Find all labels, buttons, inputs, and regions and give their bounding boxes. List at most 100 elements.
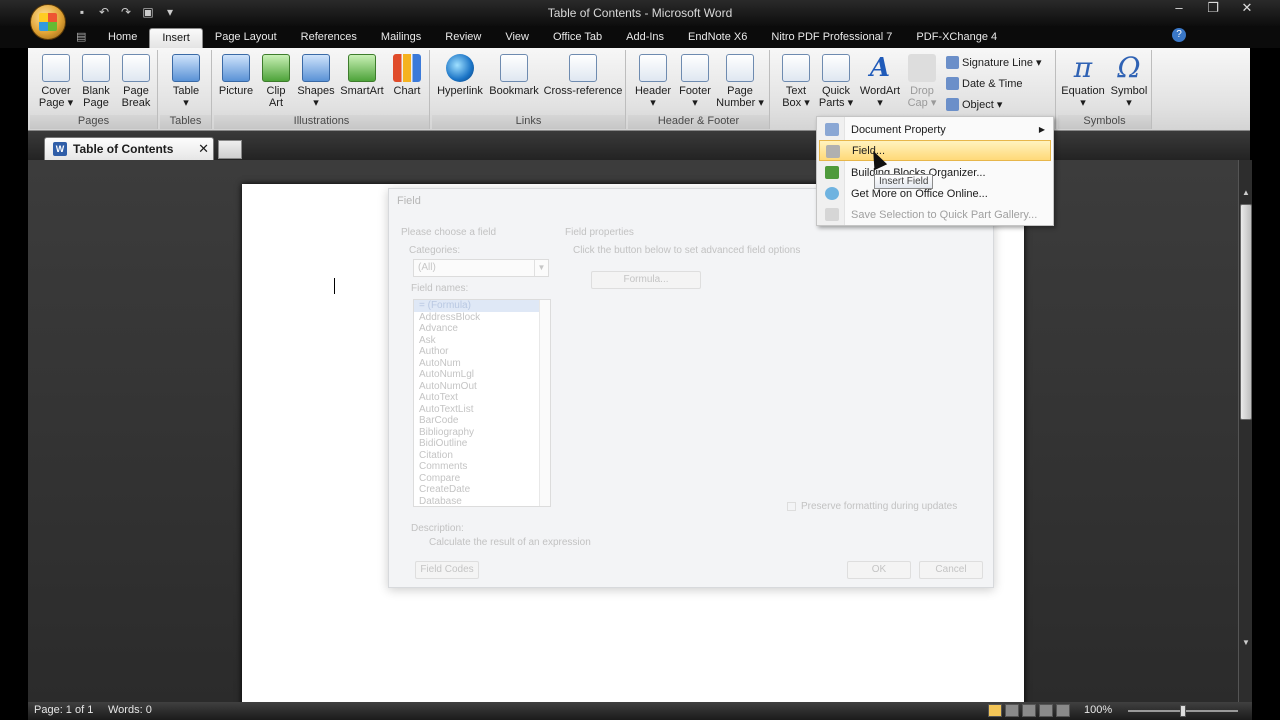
tab-nitro-pdf[interactable]: Nitro PDF Professional 7 [759,28,904,48]
categories-select[interactable]: (All) ▼ [413,259,549,277]
date-time-button[interactable]: Date & Time [946,77,1023,90]
tab-office-tab[interactable]: Office Tab [541,28,614,48]
menu-item-document-property[interactable]: Document Property ▶ [819,119,1051,140]
zoom-level[interactable]: 100% [1084,704,1112,716]
list-item[interactable]: AutoTextList [414,404,550,416]
tab-page-layout[interactable]: Page Layout [203,28,289,48]
menu-item-field[interactable]: Field... [819,140,1051,161]
symbol-button[interactable]: Ω Symbol ▾ [1108,54,1150,110]
tab-insert[interactable]: Insert [149,28,203,48]
tab-home[interactable]: Home [96,28,149,48]
field-icon [826,145,840,158]
list-item[interactable]: Advance [414,323,550,335]
outline-icon[interactable] [1039,704,1053,717]
group-label-tables: Tables [160,115,211,129]
picture-button[interactable]: Picture [216,54,256,97]
preserve-formatting-checkbox[interactable] [787,502,796,511]
cover-page-button[interactable]: Cover Page ▾ [36,54,76,109]
tab-endnote[interactable]: EndNote X6 [676,28,759,48]
signature-line-button[interactable]: Signature Line ▾ [946,56,1042,69]
vertical-scrollbar[interactable]: ▲ ▼ [1238,160,1252,702]
group-symbols: π Equation ▾ Ω Symbol ▾ Symbols [1058,50,1152,129]
clip-art-button[interactable]: Clip Art [258,54,294,109]
quick-parts-button[interactable]: Quick Parts ▾ [816,54,856,109]
object-button[interactable]: Object ▾ [946,98,1002,111]
footer-button[interactable]: Footer ▾ [674,54,716,109]
bookmark-button[interactable]: Bookmark [488,54,540,97]
list-item[interactable]: Compare [414,473,550,485]
document-page[interactable]: Field Please choose a field Categories: … [242,184,1024,702]
text-box-button[interactable]: Text Box ▾ [776,54,816,109]
list-item[interactable]: BidiOutline [414,438,550,450]
group-label-links: Links [432,115,625,129]
list-item[interactable]: Database [414,496,550,507]
page-count[interactable]: Page: 1 of 1 [34,704,93,716]
list-item[interactable]: Comments [414,461,550,473]
blank-page-button[interactable]: Blank Page [76,54,116,109]
page-number-button[interactable]: Page Number ▾ [716,54,764,109]
full-screen-reading-icon[interactable] [1005,704,1019,717]
list-item[interactable]: AutoNum [414,358,550,370]
hyperlink-label: Hyperlink [437,85,483,97]
drop-cap-button[interactable]: Drop Cap ▾ [902,54,942,109]
scroll-up-icon[interactable]: ▲ [1239,188,1253,200]
scrollbar-thumb[interactable] [1240,204,1252,420]
field-names-list[interactable]: = (Formula) AddressBlock Advance Ask Aut… [413,299,551,507]
menu-item-building-blocks[interactable]: Building Blocks Organizer... [819,162,1051,183]
office-button[interactable] [30,4,66,40]
maximize-button[interactable]: ❐ [1196,0,1230,18]
draft-icon[interactable] [1056,704,1070,717]
page-break-button[interactable]: Page Break [116,54,156,109]
ribbon: Cover Page ▾ Blank Page Page Break Pages… [28,48,1250,131]
equation-button[interactable]: π Equation ▾ [1058,54,1108,110]
minimize-button[interactable]: – [1162,0,1196,18]
help-icon[interactable]: ? [1172,28,1186,42]
tab-mailings[interactable]: Mailings [369,28,433,48]
menu-item-get-more-online[interactable]: Get More on Office Online... [819,183,1051,204]
tab-pdf-xchange[interactable]: PDF-XChange 4 [904,28,1009,48]
close-tab-icon[interactable]: ✕ [198,141,209,157]
cross-reference-button[interactable]: Cross-reference [542,54,624,97]
list-item[interactable]: Bibliography [414,427,550,439]
list-item[interactable]: AutoText [414,392,550,404]
list-item[interactable]: AddressBlock [414,312,550,324]
object-icon [946,98,959,111]
tab-references[interactable]: References [289,28,369,48]
list-item[interactable]: AutoNumLgl [414,369,550,381]
categories-label: Categories: [409,245,461,256]
formula-button[interactable]: Formula... [591,271,701,289]
list-item[interactable]: = (Formula) [414,300,550,312]
list-item[interactable]: AutoNumOut [414,381,550,393]
list-item[interactable]: BarCode [414,415,550,427]
header-button[interactable]: Header ▾ [632,54,674,109]
list-item[interactable]: CreateDate [414,484,550,496]
ok-button[interactable]: OK [847,561,911,579]
field-codes-button[interactable]: Field Codes [415,561,479,579]
new-tab-button[interactable] [218,140,242,159]
word-count[interactable]: Words: 0 [108,704,152,716]
print-layout-icon[interactable] [988,704,1002,717]
chart-button[interactable]: Chart [388,54,426,97]
signature-line-label: Signature Line ▾ [962,57,1042,69]
cancel-button[interactable]: Cancel [919,561,983,579]
table-button[interactable]: Table ▾ [166,54,206,109]
list-item[interactable]: Ask [414,335,550,347]
list-item[interactable]: Citation [414,450,550,462]
document-tab[interactable]: W Table of Contents ✕ [44,137,214,160]
shapes-button[interactable]: Shapes ▾ [296,54,336,109]
wordart-button[interactable]: A WordArt ▾ [858,54,902,109]
submenu-arrow-icon: ▶ [1038,125,1045,134]
smartart-button[interactable]: SmartArt [338,54,386,97]
web-layout-icon[interactable] [1022,704,1036,717]
list-scrollbar[interactable] [539,300,550,506]
tab-review[interactable]: Review [433,28,493,48]
tab-add-ins[interactable]: Add-Ins [614,28,676,48]
scroll-down-icon[interactable]: ▼ [1239,638,1253,650]
list-item[interactable]: Author [414,346,550,358]
hyperlink-button[interactable]: Hyperlink [434,54,486,97]
close-button[interactable]: ✕ [1230,0,1264,18]
text-box-label: Text Box ▾ [782,85,810,109]
zoom-slider-knob[interactable] [1180,705,1186,717]
group-label-symbols: Symbols [1058,115,1151,129]
tab-view[interactable]: View [493,28,541,48]
